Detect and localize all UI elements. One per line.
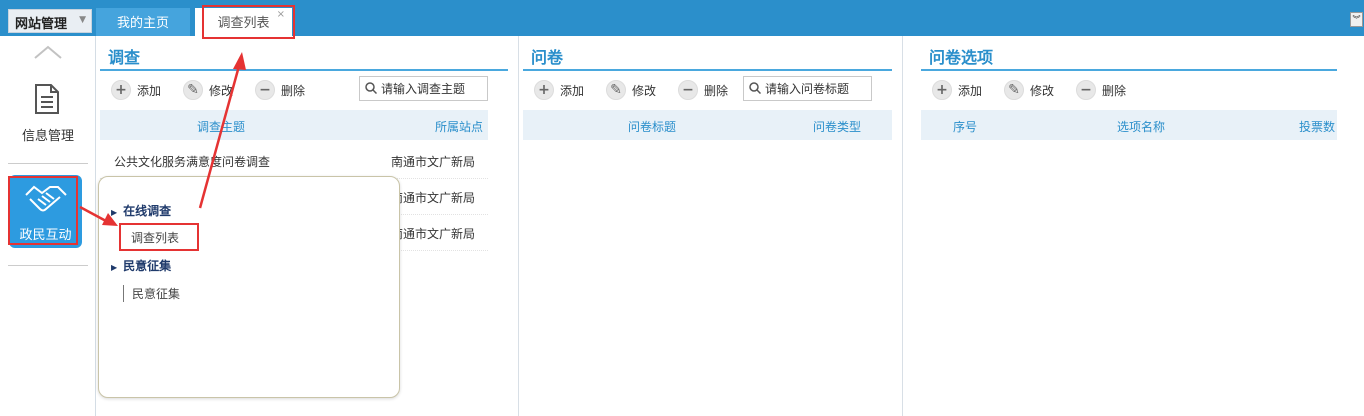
- annotation-arrows: [79, 52, 246, 226]
- annotation-arrow: [79, 205, 107, 223]
- annotation-arrow: [198, 65, 241, 209]
- arrow-head-icon: [233, 52, 246, 70]
